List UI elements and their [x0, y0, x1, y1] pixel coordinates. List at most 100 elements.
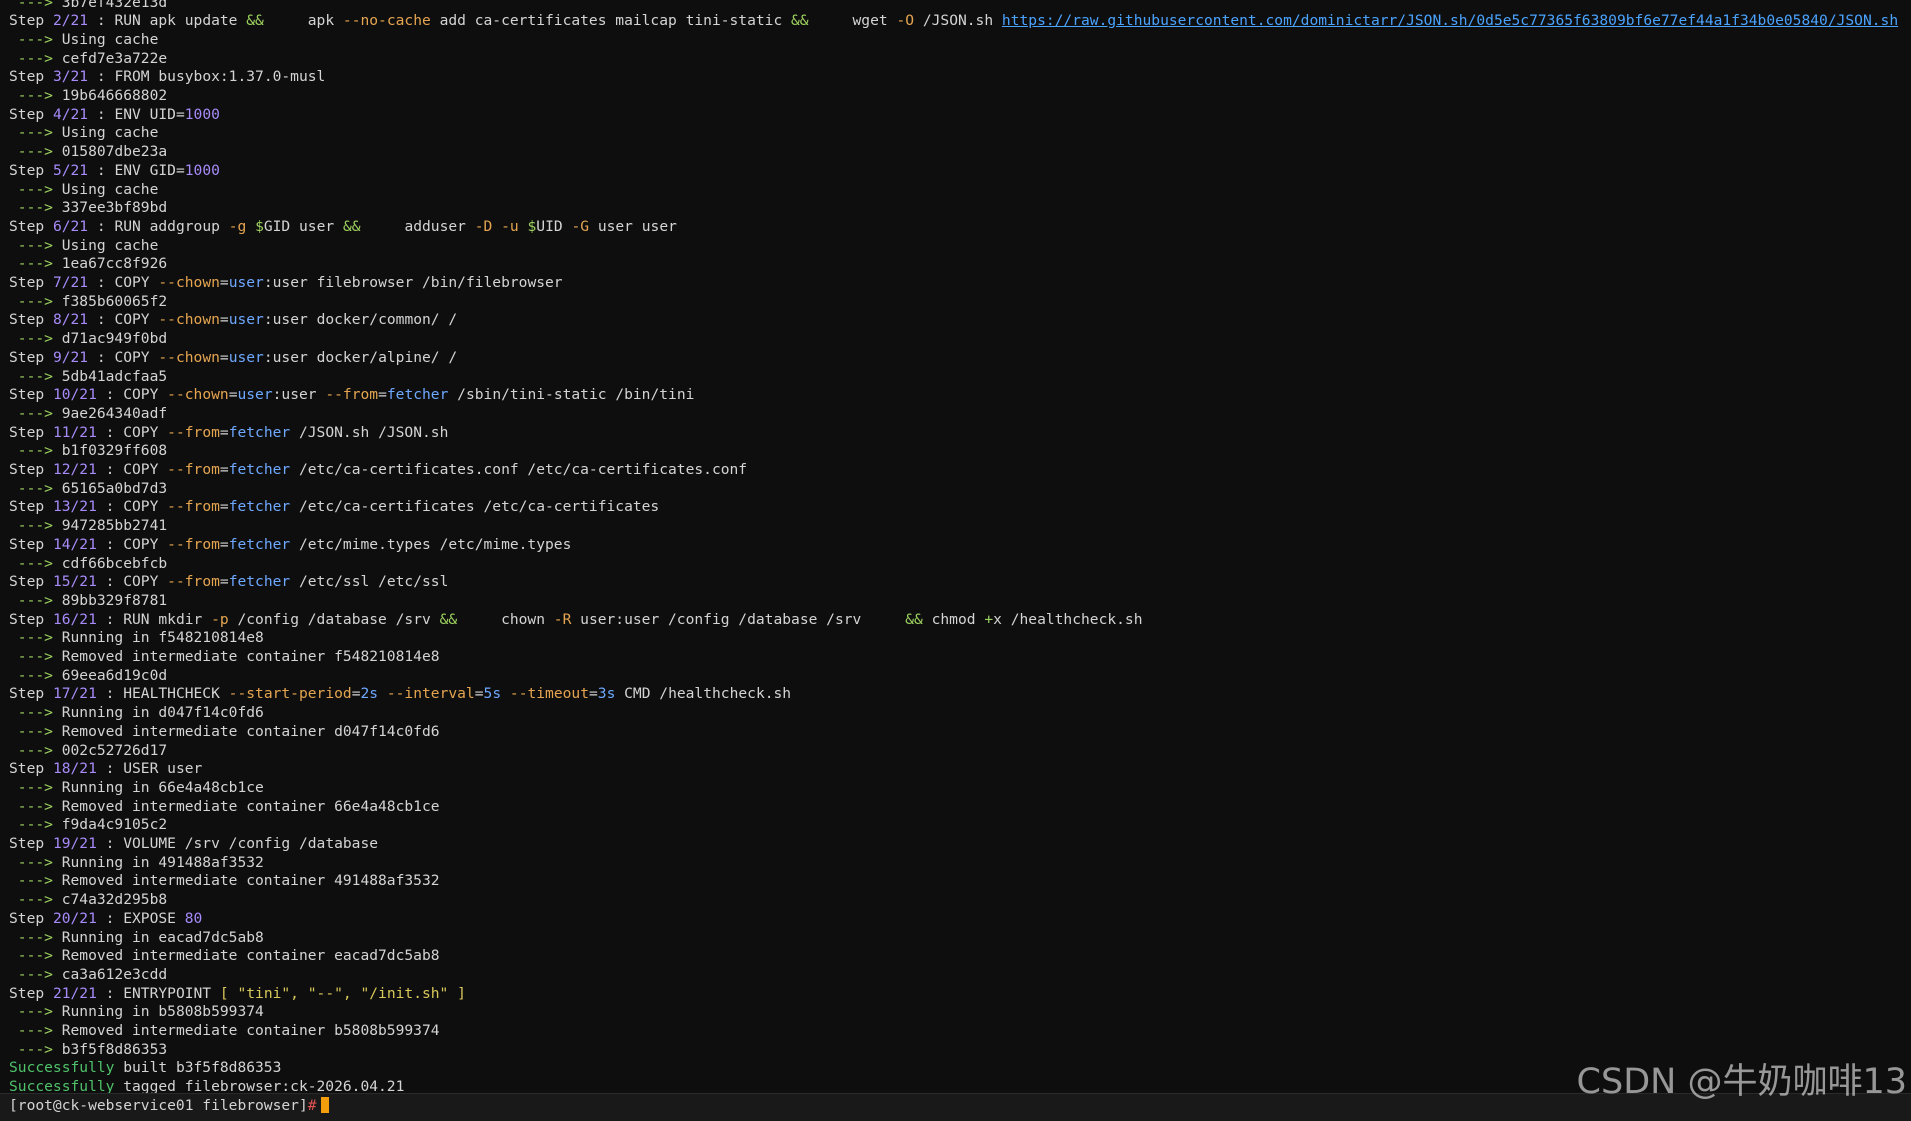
terminal-text: : ENV UID=: [88, 105, 185, 123]
terminal-line: ---> 337ee3bf89bd: [9, 199, 167, 218]
terminal-text: 2/21: [52, 12, 89, 30]
terminal-line: Step 9/21 : COPY --chown=user:user docke…: [9, 349, 457, 368]
terminal-text: : RUN mkdir: [96, 610, 212, 628]
terminal-text: 17/21: [52, 685, 97, 703]
terminal-text: --no-cache: [342, 12, 431, 30]
terminal-text: --start-period: [228, 685, 352, 703]
terminal-text: -D: [474, 217, 493, 235]
terminal-text: ca3a612e3cdd: [61, 965, 168, 983]
terminal-text: : COPY: [88, 274, 159, 291]
terminal-text: user: [237, 386, 273, 404]
terminal-text: Removed intermediate container 491488af3…: [61, 872, 440, 890]
terminal-text: fetcher: [228, 461, 291, 478]
terminal-text: &&: [439, 610, 458, 628]
terminal-line: ---> Running in 491488af3532: [9, 854, 264, 873]
terminal-cursor-icon: [320, 1097, 329, 1113]
terminal-text: --->: [9, 330, 62, 348]
terminal-text: --->: [9, 49, 62, 67]
terminal-text: =: [219, 498, 229, 516]
terminal-text: -g: [228, 217, 247, 235]
terminal-text: --->: [9, 554, 62, 572]
terminal-text: --->: [9, 591, 62, 609]
terminal-text: Removed intermediate container d047f14c0…: [61, 722, 440, 740]
terminal-line: ---> 015807dbe23a: [9, 143, 167, 162]
terminal-text: =: [474, 685, 484, 703]
terminal-text: Successfully: [9, 1059, 115, 1077]
terminal-text: --from: [167, 573, 220, 591]
terminal-text: 2s: [360, 685, 379, 703]
terminal-text: --->: [9, 648, 62, 665]
terminal-text: --->: [9, 0, 62, 11]
terminal-line: ---> b3f5f8d86353: [9, 1041, 167, 1060]
terminal-text: --->: [9, 292, 62, 310]
terminal-line: Step 6/21 : RUN addgroup -g $GID user &&…: [9, 218, 677, 237]
terminal-link[interactable]: https://raw.githubusercontent.com/domini…: [1002, 12, 1898, 29]
terminal-text: : ENTRYPOINT: [96, 984, 220, 1002]
terminal-text: b3f5f8d86353: [61, 1040, 168, 1058]
terminal-text: 9/21: [52, 348, 89, 366]
terminal-text: 15/21: [52, 573, 97, 591]
terminal-line: ---> Removed intermediate container 4914…: [9, 872, 440, 891]
terminal-text: 3b7ef432e13d: [61, 0, 168, 11]
terminal-text: add ca-certificates mailcap tini-static: [430, 12, 792, 30]
terminal-text: 18/21: [52, 760, 97, 778]
terminal-line: Step 18/21 : USER user: [9, 760, 202, 779]
terminal-text: Step: [9, 984, 53, 1002]
terminal-text: =: [219, 348, 229, 366]
terminal-line: Step 3/21 : FROM busybox:1.37.0-musl: [9, 68, 325, 87]
terminal-line: ---> Using cache: [9, 236, 159, 256]
terminal-text: -R: [553, 610, 572, 628]
terminal-text: Step: [9, 348, 53, 366]
terminal-line: Step 7/21 : COPY --chown=user:user fileb…: [9, 274, 563, 293]
terminal-text: --chown: [158, 311, 220, 329]
terminal-text: : USER user: [96, 760, 203, 778]
terminal-text: : VOLUME /srv /config /database: [96, 835, 379, 852]
terminal-text: Step: [9, 909, 53, 927]
terminal-text: Step: [9, 760, 53, 778]
terminal-text: : COPY: [96, 461, 168, 478]
terminal-text: Step: [9, 311, 53, 329]
shell-prompt[interactable]: [root@ck-webservice01 filebrowser]#: [9, 1097, 329, 1116]
terminal-text: &&: [246, 12, 264, 30]
terminal-line: Step 17/21 : HEALTHCHECK --start-period =…: [9, 685, 791, 704]
terminal-line: ---> 69eea6d19c0d: [9, 667, 167, 686]
terminal-text: --->: [9, 741, 62, 759]
terminal-text: 12/21: [52, 461, 97, 478]
terminal-line: Step 8/21 : COPY --chown=user:user docke…: [9, 311, 457, 330]
terminal-text: --->: [9, 1003, 62, 1021]
terminal-text: Step: [9, 573, 53, 591]
terminal-text: cefd7e3a722e: [61, 49, 168, 67]
terminal-text: Step: [9, 217, 53, 235]
terminal-text: 11/21: [52, 423, 97, 441]
terminal-line: ---> Running in f548210814e8: [9, 629, 264, 648]
terminal-text: --->: [9, 236, 62, 254]
terminal-text: =: [378, 386, 387, 404]
terminal-text: b1f0329ff608: [61, 442, 168, 460]
terminal-text: : RUN addgroup: [88, 217, 229, 235]
terminal-text: 20/21: [52, 909, 97, 927]
terminal-text: --chown: [158, 274, 220, 291]
terminal-text: 1ea67cc8f926: [61, 255, 168, 273]
terminal-line: Step 13/21 : COPY --from=fetcher /etc/ca…: [9, 498, 659, 517]
terminal-text: --chown: [167, 386, 229, 404]
terminal-line: Step 14/21 : COPY --from=fetcher /etc/mi…: [9, 536, 571, 555]
terminal-text: 80: [184, 909, 203, 927]
terminal-text: x /healthcheck.sh: [993, 610, 1143, 628]
terminal-text: 65165a0bd7d3: [61, 479, 168, 497]
terminal-line: ---> 5db41adcfaa5: [9, 368, 167, 387]
terminal-text: Step: [9, 498, 53, 516]
terminal-text: 4/21: [52, 105, 89, 123]
terminal-window[interactable]: ---> 3b7ef432e13d Step 2/21 : RUN apk upd…: [0, 0, 1911, 1121]
terminal-text: =: [219, 535, 229, 553]
terminal-text: -O: [896, 12, 915, 30]
terminal-text: /JSON.sh /JSON.sh: [290, 423, 449, 441]
terminal-text: 9ae264340adf: [61, 404, 168, 422]
terminal-text: /JSON.sh: [914, 12, 1002, 30]
terminal-text: &&: [905, 610, 923, 628]
terminal-text: adduser: [360, 217, 475, 235]
terminal-text: --->: [9, 180, 62, 198]
terminal-text: =: [219, 423, 229, 441]
terminal-text: Running in b5808b599374: [61, 1003, 264, 1021]
terminal-text: : COPY: [96, 386, 168, 404]
